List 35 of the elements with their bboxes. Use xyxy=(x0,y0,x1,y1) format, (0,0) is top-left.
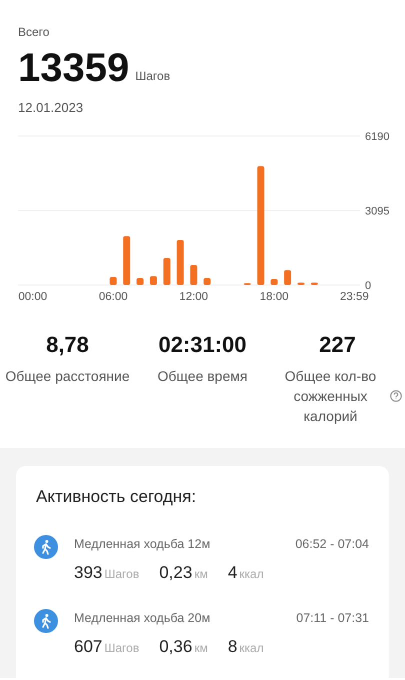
x-tick-label: 06:00 xyxy=(98,290,128,302)
y-tick-label: 6190 xyxy=(365,130,390,142)
summary-label: Общее расстояние xyxy=(5,366,130,386)
total-steps: 13359 xyxy=(18,48,130,88)
summary-value: 227 xyxy=(319,334,356,356)
activity-name: Медленная ходьба 20м xyxy=(74,610,210,628)
steps-unit: Шагов xyxy=(104,640,140,657)
summary-label: Общее кол-во сожженных калорий xyxy=(284,366,378,426)
calories-unit: ккал xyxy=(239,566,264,583)
steps-value: 607 xyxy=(74,636,102,658)
steps-unit: Шагов xyxy=(104,566,140,583)
steps-value: 393 xyxy=(74,562,102,584)
distance-unit: км xyxy=(194,566,208,583)
distance-value: 0,23 xyxy=(159,562,192,584)
date-label: 12.01.2023 xyxy=(18,99,84,117)
card-title: Активность сегодня: xyxy=(36,486,198,508)
distance-unit: км xyxy=(194,640,208,657)
steps-unit: Шагов xyxy=(135,68,170,85)
y-tick-label: 0 xyxy=(365,280,372,292)
calories-unit: ккал xyxy=(239,640,264,657)
x-tick-label: 18:00 xyxy=(260,290,289,302)
x-tick-label: 00:00 xyxy=(18,290,48,302)
total-label: Всего xyxy=(18,26,50,38)
activity-time: 07:11 - 07:31 xyxy=(296,610,369,628)
summary-value: 02:31:00 xyxy=(158,334,247,356)
summary-label: Общее время xyxy=(158,366,248,386)
x-tick-label: 23:59 xyxy=(340,290,369,302)
activity-time: 06:52 - 07:04 xyxy=(295,536,369,553)
summary-value: 8,78 xyxy=(46,334,89,356)
distance-value: 0,36 xyxy=(159,636,192,658)
x-tick-label: 12:00 xyxy=(179,290,208,302)
calories-value: 8 xyxy=(228,636,238,658)
y-tick-label: 3095 xyxy=(365,205,390,217)
activity-name: Медленная ходьба 12м xyxy=(74,536,210,553)
calories-value: 4 xyxy=(228,562,238,584)
